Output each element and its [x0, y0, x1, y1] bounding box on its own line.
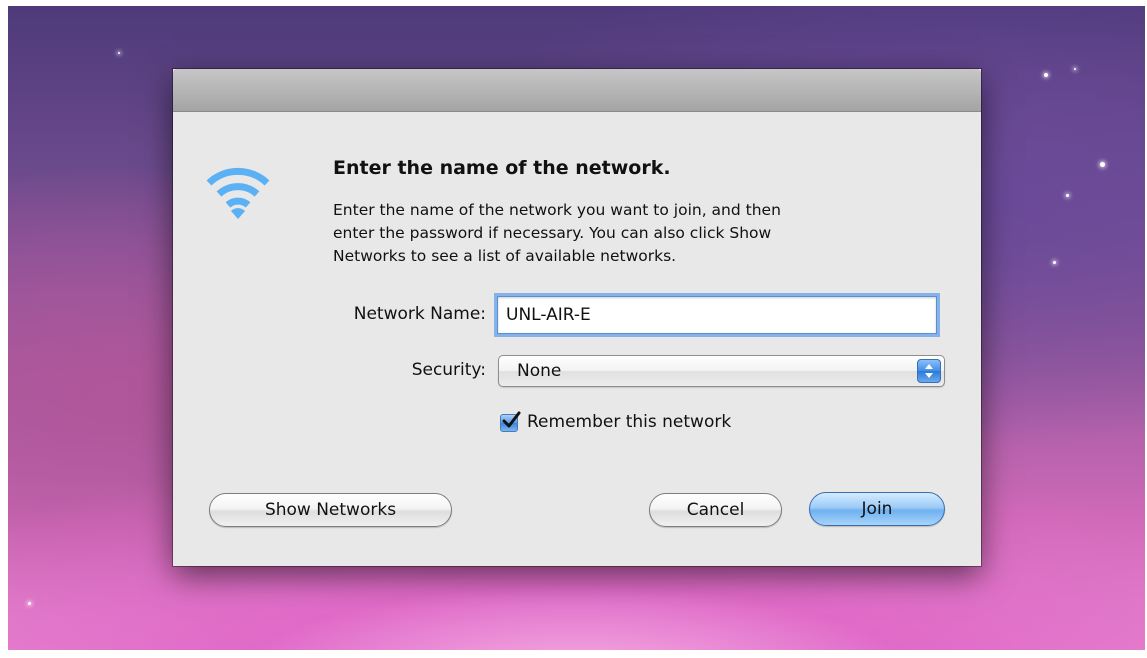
join-button[interactable]: Join — [809, 492, 945, 526]
security-select[interactable]: None — [498, 355, 945, 387]
network-name-input[interactable] — [497, 296, 937, 334]
security-label: Security: — [411, 360, 486, 380]
description-line: Enter the name of the network you want t… — [333, 201, 781, 219]
security-selected-value: None — [517, 361, 562, 381]
star-decoration — [1100, 162, 1105, 167]
star-decoration — [1066, 194, 1069, 197]
star-decoration — [1074, 68, 1076, 70]
dialog-titlebar — [173, 69, 981, 112]
cancel-button[interactable]: Cancel — [649, 493, 782, 527]
description-line: Networks to see a list of available netw… — [333, 247, 677, 265]
star-decoration — [118, 52, 120, 54]
remember-network-label: Remember this network — [527, 412, 732, 432]
star-decoration — [1053, 261, 1056, 264]
checkmark-icon — [502, 411, 521, 428]
dialog-description: Enter the name of the network you want t… — [333, 199, 933, 268]
dialog-heading: Enter the name of the network. — [333, 157, 671, 179]
description-line: enter the password if necessary. You can… — [333, 224, 772, 242]
remember-network-checkbox[interactable] — [500, 411, 521, 432]
show-networks-button[interactable]: Show Networks — [209, 493, 452, 527]
star-decoration — [1044, 73, 1048, 77]
network-name-label: Network Name: — [353, 304, 486, 324]
star-decoration — [28, 602, 31, 605]
join-network-dialog: Enter the name of the network. Enter the… — [173, 69, 981, 566]
updown-arrows-icon — [917, 359, 941, 383]
wifi-icon — [206, 167, 270, 219]
